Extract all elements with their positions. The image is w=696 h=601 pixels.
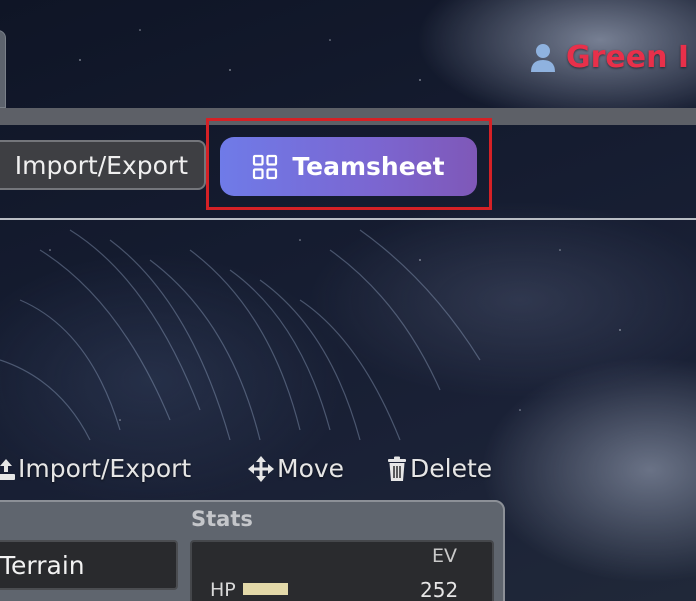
delete-button[interactable]: Delete [386, 454, 492, 483]
pokemon-import-export-label: Import/Export [18, 454, 192, 483]
user-icon [531, 43, 555, 72]
import-export-button[interactable]: Import/Export [0, 140, 206, 190]
left-window-tab[interactable] [0, 30, 6, 108]
username[interactable]: Green I [566, 40, 689, 75]
pokemon-import-export-button[interactable]: Import/Export [0, 454, 191, 483]
hp-stat-bar [243, 583, 333, 595]
stat-label-hp: HP [210, 579, 236, 601]
delete-label: Delete [410, 454, 493, 483]
header-divider [0, 108, 696, 125]
toolbar-divider [0, 218, 696, 220]
teamsheet-label: Teamsheet [292, 152, 445, 181]
move-arrows-icon [248, 455, 274, 482]
trash-icon [388, 456, 406, 481]
hp-stat-bar-fill [243, 583, 288, 595]
stats-heading: Stats [191, 507, 253, 531]
upload-icon [0, 458, 15, 480]
ev-column-header: EV [432, 545, 458, 567]
teamsheet-button[interactable]: Teamsheet [220, 137, 477, 196]
move-button[interactable]: Move [247, 454, 344, 483]
move-label: Move [277, 454, 345, 483]
stat-ev-hp: 252 [420, 578, 459, 601]
ability-field[interactable]: Terrain [0, 540, 178, 590]
user-area[interactable]: Green I [530, 40, 689, 75]
grid-icon [253, 154, 278, 179]
